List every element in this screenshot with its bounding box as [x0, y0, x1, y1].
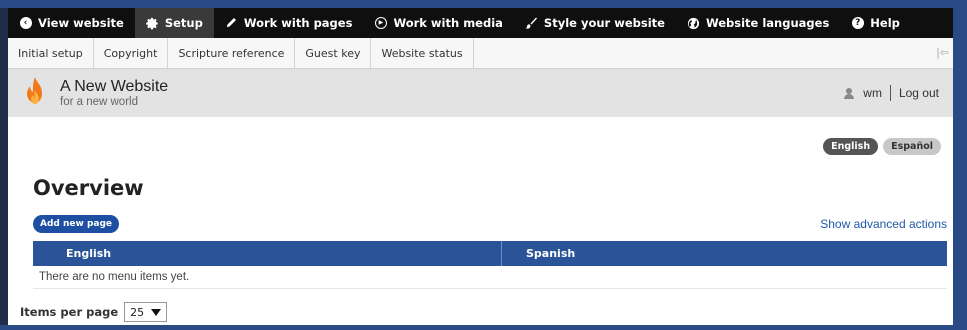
admin-item-label: Work with media	[393, 16, 503, 30]
tab-initial-setup[interactable]: Initial setup	[8, 38, 94, 68]
items-per-page-select[interactable]: 25	[124, 302, 168, 322]
user-icon	[844, 87, 855, 99]
tab-guest-key[interactable]: Guest key	[295, 38, 372, 68]
setup-subtabs: Initial setup Copyright Scripture refere…	[8, 38, 953, 69]
user-menu-divider	[889, 85, 891, 101]
pencil-icon	[225, 17, 238, 30]
username-link[interactable]: wm	[863, 86, 882, 100]
table-empty-message: There are no menu items yet.	[33, 266, 947, 289]
window-frame-bottom	[0, 325, 967, 330]
admin-item-view-website[interactable]: ‹ View website	[8, 8, 135, 38]
tab-website-status[interactable]: Website status	[371, 38, 474, 68]
site-slogan: for a new world	[60, 96, 138, 108]
menu-items-table: English Spanish There are no menu items …	[33, 241, 947, 289]
admin-item-label: View website	[38, 16, 124, 30]
admin-item-setup[interactable]: Setup	[134, 8, 214, 38]
show-advanced-actions-link[interactable]: Show advanced actions	[820, 217, 947, 231]
window-frame-top	[0, 0, 967, 8]
window-frame-right	[953, 0, 967, 330]
user-menu: wm Log out	[844, 85, 939, 101]
play-circle-icon: ▶	[374, 17, 387, 30]
help-circle-icon: ?	[851, 17, 864, 30]
admin-toolbar: ‹ View website Setup Work with pages ▶ W…	[8, 8, 953, 38]
admin-item-label: Setup	[164, 16, 203, 30]
tab-scripture-reference[interactable]: Scripture reference	[168, 38, 296, 68]
admin-item-label: Style your website	[543, 16, 665, 30]
dropdown-arrow-icon	[151, 308, 162, 316]
items-per-page-label: Items per page	[20, 305, 119, 319]
language-switcher: English Español	[823, 138, 941, 155]
column-header-spanish: Spanish	[501, 241, 947, 266]
drag-handle-column	[33, 241, 56, 266]
admin-item-label: Website languages	[705, 16, 830, 30]
admin-item-work-with-media[interactable]: ▶ Work with media	[363, 8, 513, 38]
sidebar-toggle-icon[interactable]: |⇦	[936, 46, 949, 59]
globe-icon	[687, 17, 700, 30]
back-circle-icon: ‹	[19, 17, 32, 30]
items-per-page: Items per page 25	[20, 302, 168, 322]
admin-item-work-with-pages[interactable]: Work with pages	[214, 8, 364, 38]
admin-item-style-your-website[interactable]: Style your website	[514, 8, 676, 38]
brush-icon	[525, 17, 538, 30]
admin-item-website-languages[interactable]: Website languages	[676, 8, 840, 38]
window-frame-left	[0, 0, 8, 330]
admin-item-label: Work with pages	[243, 16, 353, 30]
admin-item-label: Help	[870, 16, 900, 30]
site-name[interactable]: A New Website	[60, 78, 168, 96]
language-english[interactable]: English	[823, 138, 879, 155]
page: ‹ View website Setup Work with pages ▶ W…	[8, 8, 953, 325]
table-header: English Spanish	[33, 241, 947, 266]
site-header: A New Website for a new world wm Log out	[8, 69, 953, 117]
tab-copyright[interactable]: Copyright	[94, 38, 169, 68]
gear-icon	[145, 17, 159, 30]
admin-item-help[interactable]: ? Help	[840, 8, 911, 38]
add-new-page-button[interactable]: Add new page	[33, 215, 120, 233]
flame-logo-icon[interactable]	[22, 76, 48, 110]
items-per-page-value: 25	[130, 305, 145, 319]
language-espanol[interactable]: Español	[883, 138, 941, 155]
site-branding: A New Website for a new world	[60, 78, 168, 108]
logout-link[interactable]: Log out	[899, 86, 939, 100]
column-header-english: English	[66, 247, 112, 260]
page-title: Overview	[33, 176, 144, 200]
